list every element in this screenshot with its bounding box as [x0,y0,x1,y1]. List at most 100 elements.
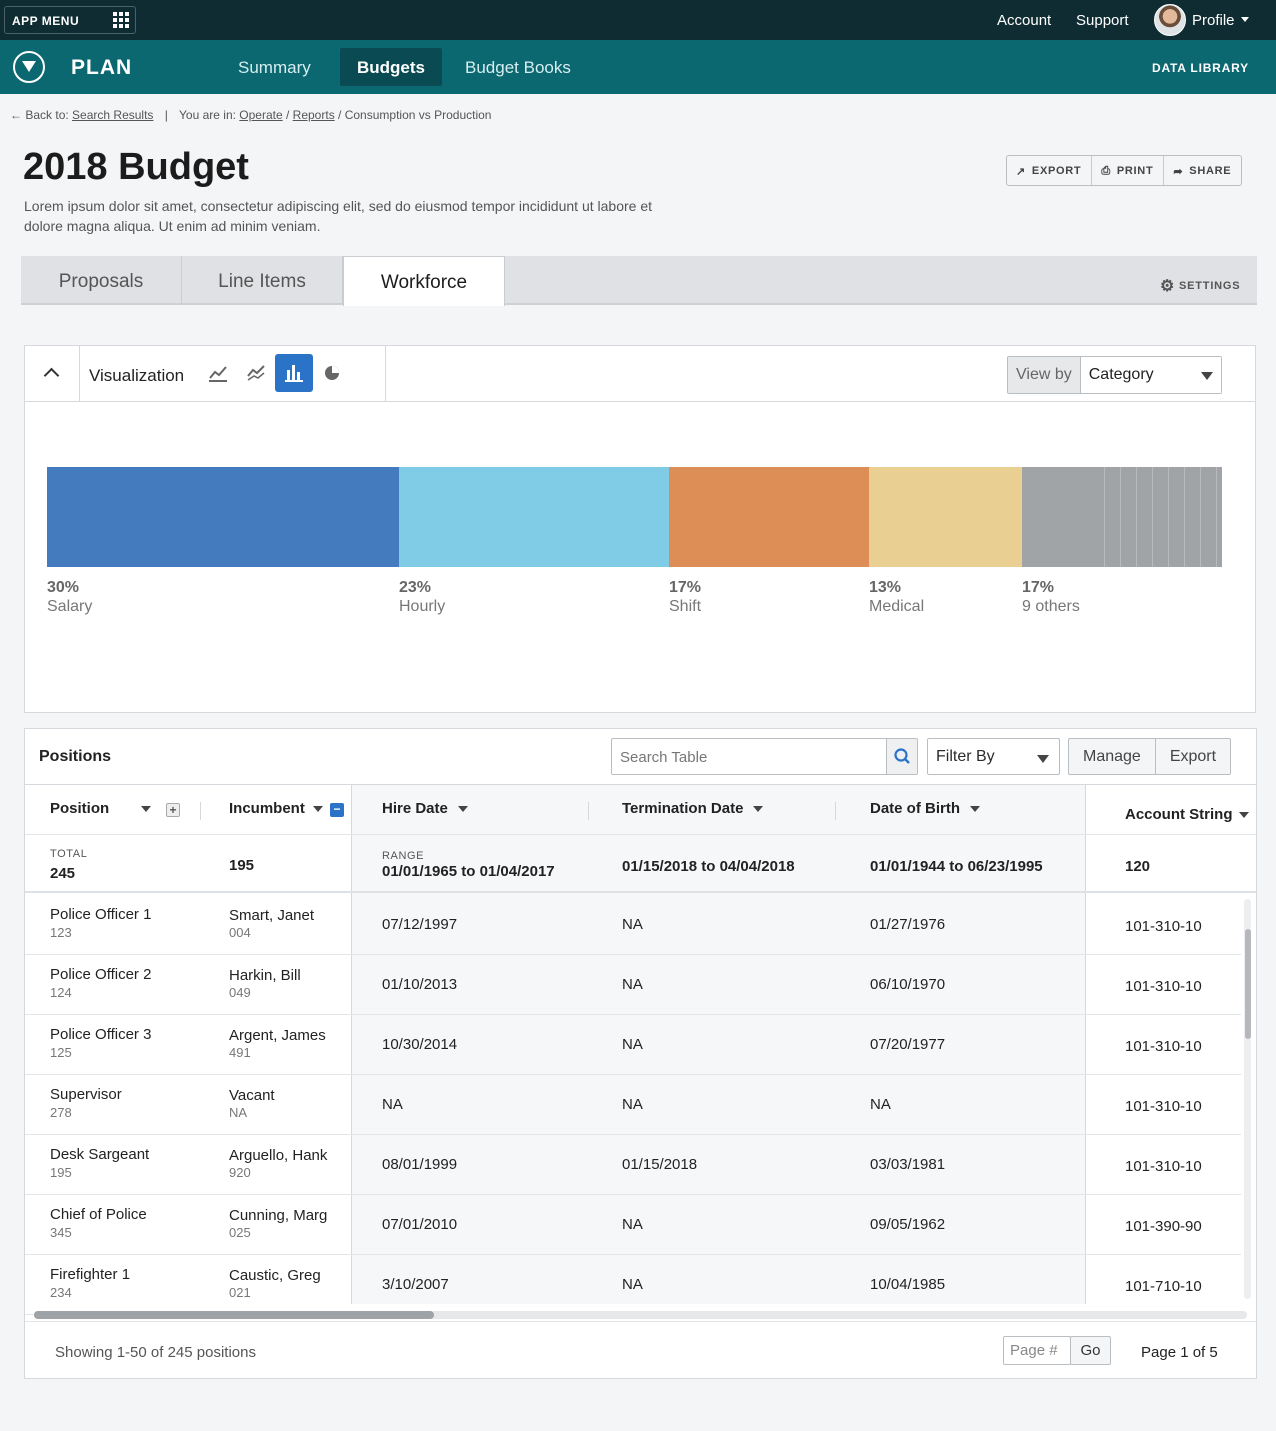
chart-segment-label: 23% Hourly [399,579,445,616]
data-library-link[interactable]: DATA LIBRARY [1152,61,1249,75]
breadcrumb-link-operate[interactable]: Operate [239,108,282,122]
page-title: 2018 Budget [23,146,249,188]
table-header: Position + Incumbent − Hire Date Termina… [25,784,1256,835]
table-actions: Manage Export [1068,738,1232,775]
tab-workforce[interactable]: Workforce [343,256,505,306]
area-chart-icon[interactable] [199,354,237,392]
search-button[interactable] [886,739,917,774]
date-of-birth: 03/03/1981 [870,1156,946,1173]
table-row[interactable]: Firefighter 1 234 Caustic, Greg 021 3/10/200… [25,1255,1241,1315]
table-row[interactable]: Chief of Police 345 Cunning, Marg 025 07/01/… [25,1195,1241,1255]
chart-bar-segment[interactable] [47,467,399,567]
view-by-value[interactable]: Category [1080,357,1221,393]
table-row[interactable]: Police Officer 3 125 Argent, James 491 10/30… [25,1015,1241,1075]
incumbent-name[interactable]: Smart, Janet [229,907,314,924]
account-string: 101-710-10 [1125,1278,1202,1295]
position-name[interactable]: Supervisor [50,1086,122,1103]
incumbent-total: 195 [229,857,255,874]
back-link[interactable]: Search Results [72,108,153,122]
position-name[interactable]: Desk Sargeant [50,1146,149,1163]
avatar[interactable] [1154,4,1186,36]
segment-name: Salary [47,598,93,615]
chart-bar-segment[interactable] [1022,467,1222,567]
account-string: 101-310-10 [1125,1158,1202,1175]
export-table-button[interactable]: Export [1154,739,1230,774]
chart-segment-label: 30% Salary [47,579,92,616]
share-button[interactable]: ➦ SHARE [1163,156,1241,185]
incumbent-name[interactable]: Harkin, Bill [229,967,301,984]
search-table[interactable]: Search Table [611,738,918,775]
position-name[interactable]: Firefighter 1 [50,1266,130,1283]
column-header-incumbent[interactable]: Incumbent [229,800,323,817]
collapse-column-icon[interactable]: − [330,803,344,817]
export-button[interactable]: ↗ EXPORT [1007,156,1091,185]
sort-caret-icon [141,806,152,813]
table-row[interactable]: Police Officer 1 123 Smart, Janet 004 07/12/… [25,895,1241,955]
sort-caret-icon [970,806,980,813]
sort-caret-icon [312,806,323,813]
termination-date: NA [622,976,643,993]
app-logo-icon[interactable] [13,51,45,83]
app-menu-button[interactable]: APP MENU [4,6,136,34]
manage-button[interactable]: Manage [1069,739,1155,774]
hire-date: 3/10/2007 [382,1276,449,1293]
table-footer: Showing 1-50 of 245 positions Page # Go … [25,1321,1256,1378]
line-chart-icon[interactable] [237,354,275,392]
bar-chart-icon[interactable] [275,354,313,392]
incumbent-name[interactable]: Cunning, Marg [229,1207,327,1224]
expand-column-icon[interactable]: + [166,803,180,817]
chart-segment-label: 17% 9 others [1022,579,1080,616]
nav-tab-budgets[interactable]: Budgets [340,48,442,86]
horizontal-scroll-thumb[interactable] [34,1311,434,1319]
go-button[interactable]: Go [1070,1336,1111,1365]
column-header-hire-date[interactable]: Hire Date [382,800,468,817]
chart-bar-segment[interactable] [669,467,869,567]
pie-chart-icon[interactable] [313,354,351,392]
search-input[interactable]: Search Table [620,749,707,766]
profile-menu[interactable]: Profile [1192,12,1235,29]
chart-bar-segment[interactable] [869,467,1022,567]
header-divider [835,802,836,820]
incumbent-name[interactable]: Argent, James [229,1027,326,1044]
view-by-select[interactable]: View by Category [1007,356,1222,394]
table-row[interactable]: Police Officer 2 124 Harkin, Bill 049 01/10/… [25,955,1241,1015]
breadcrumb-link-reports[interactable]: Reports [293,108,335,122]
column-header-account-string[interactable]: Account String [1125,806,1249,823]
header-divider [588,802,589,820]
app-name: PLAN [71,56,133,79]
grid-icon [113,12,129,28]
position-name[interactable]: Police Officer 1 [50,906,151,923]
nav-tab-budget-books[interactable]: Budget Books [448,48,588,86]
back-prefix: Back to: [25,108,69,122]
incumbent-id: 025 [229,1225,251,1240]
column-header-termination-date[interactable]: Termination Date [622,800,764,817]
segment-percent: 23% [399,579,432,596]
page-number-input[interactable]: Page # [1003,1336,1071,1365]
others-subdivision [1168,467,1169,567]
incumbent-id: 049 [229,985,251,1000]
column-header-position[interactable]: Position [50,800,152,817]
column-header-date-of-birth[interactable]: Date of Birth [870,800,980,817]
chart-bar-segment[interactable] [399,467,669,567]
back-arrow-icon[interactable]: ← [10,108,22,122]
filter-by-select[interactable]: Filter By [927,738,1060,775]
vertical-scroll-thumb[interactable] [1245,929,1251,1039]
others-subdivision [1136,467,1137,567]
tab-proposals[interactable]: Proposals [21,256,182,305]
collapse-icon[interactable] [25,346,80,401]
incumbent-name[interactable]: Arguello, Hank [229,1147,327,1164]
nav-tab-summary[interactable]: Summary [221,48,328,86]
incumbent-name[interactable]: Vacant [229,1087,275,1104]
position-name[interactable]: Police Officer 3 [50,1026,151,1043]
print-button[interactable]: ⎙ PRINT [1091,156,1163,185]
position-name[interactable]: Police Officer 2 [50,966,151,983]
position-id: 125 [50,1045,72,1060]
table-row[interactable]: Supervisor 278 Vacant NA NA NA NA 101-310-10 [25,1075,1241,1135]
settings-button[interactable]: ⚙ SETTINGS [1160,276,1240,296]
tab-line-items[interactable]: Line Items [182,256,343,305]
support-link[interactable]: Support [1076,12,1129,29]
account-link[interactable]: Account [997,12,1051,29]
table-row[interactable]: Desk Sargeant 195 Arguello, Hank 920 08/01/1… [25,1135,1241,1195]
position-name[interactable]: Chief of Police [50,1206,147,1223]
incumbent-name[interactable]: Caustic, Greg [229,1267,321,1284]
